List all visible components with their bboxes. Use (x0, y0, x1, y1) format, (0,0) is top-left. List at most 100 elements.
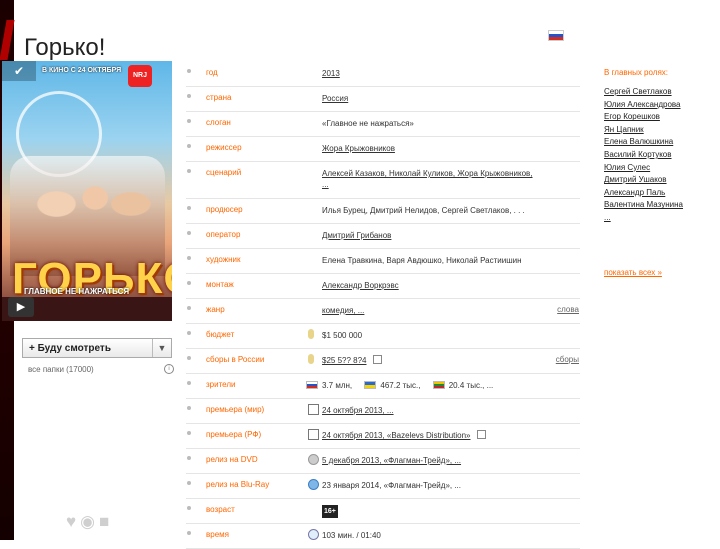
row-bullet-icon (187, 94, 191, 98)
info-label: бюджет (206, 330, 235, 339)
info-label: слоган (206, 118, 231, 127)
movie-poster[interactable]: ✔ В КИНО С 24 ОКТЯБРЯ NRJ ГОРЬКО! ГЛАВНО… (2, 61, 172, 321)
row-bullet-icon (187, 144, 191, 148)
operator-link[interactable]: Дмитрий Грибанов (322, 231, 391, 240)
info-label: время (206, 530, 229, 539)
row-bullet-icon (187, 506, 191, 510)
director-link[interactable]: Жора Крыжовников (322, 144, 395, 153)
social-actions: ♥ ◉ ■ (66, 512, 113, 532)
show-all-cast-link[interactable]: показать всех » (604, 268, 662, 277)
dvd-release-link[interactable]: 5 декабря 2013, «Флагман-Трейд», ... (322, 456, 461, 465)
info-label: жанр (206, 305, 225, 314)
russia-flag-icon (306, 381, 318, 389)
row-bullet-icon (187, 531, 191, 535)
box-office-link[interactable]: $25 5?? 8?4 (322, 356, 367, 365)
info-label: сценарий (206, 168, 242, 177)
expand-icon[interactable] (372, 355, 382, 364)
row-bullet-icon (187, 231, 191, 235)
row-bullet-icon (187, 481, 191, 485)
year-link[interactable]: 2013 (322, 69, 340, 78)
cast-item[interactable]: Дмитрий Ушаков (604, 174, 714, 187)
genre-link[interactable]: комедия, ... (322, 306, 364, 315)
editor-link[interactable]: Александр Воркрэвс (322, 281, 399, 290)
row-bullet-icon (187, 331, 191, 335)
coin-icon (308, 354, 318, 364)
info-row-slogan: слоган «Главное не нажраться» (186, 112, 580, 137)
audience-ua[interactable]: 467.2 тыс., (380, 381, 420, 390)
producers-text: Илья Бурец, Дмитрий Нелидов, Сергей Свет… (322, 206, 525, 215)
info-row-year: год 2013 (186, 62, 580, 87)
info-label: премьера (РФ) (206, 430, 262, 439)
info-label: режиссер (206, 143, 242, 152)
info-label: релиз на DVD (206, 455, 258, 464)
cast-item[interactable]: Василий Кортуков (604, 149, 714, 162)
cast-list: В главных ролях: Сергей Светлаков Юлия А… (604, 62, 714, 225)
heart-icon[interactable]: ♥ (66, 512, 76, 531)
writers-link[interactable]: Алексей Казаков, Николай Куликов, Жора К… (322, 169, 533, 178)
coin-icon (308, 329, 318, 339)
ukraine-flag-icon (364, 381, 377, 389)
row-bullet-icon (187, 281, 191, 285)
eye-icon[interactable]: ◉ (80, 512, 95, 531)
premiere-rf-link[interactable]: 24 октября 2013, «Bazelevs Distribution» (322, 431, 471, 440)
audience-ru[interactable]: 3.7 млн, (322, 381, 352, 390)
bluray-icon (308, 479, 319, 490)
audience-lt[interactable]: 20.4 тыс., ... (449, 381, 494, 390)
runtime-text: 103 мин. / 01:40 (322, 531, 381, 540)
cast-item[interactable]: Александр Паль (604, 187, 714, 200)
info-label: сборы в России (206, 355, 265, 364)
expand-icon[interactable] (476, 430, 486, 439)
info-icon[interactable]: i (164, 364, 174, 374)
info-label: оператор (206, 230, 241, 239)
cast-item[interactable]: Юлия Сулес (604, 162, 714, 175)
row-bullet-icon (187, 206, 191, 210)
info-label: художник (206, 255, 241, 264)
poster-release-text: В КИНО С 24 ОКТЯБРЯ (42, 67, 122, 74)
comment-icon[interactable]: ■ (99, 512, 109, 531)
cast-item[interactable]: Сергей Светлаков (604, 86, 714, 99)
russia-flag-icon[interactable] (548, 30, 564, 41)
cast-item[interactable]: Юлия Александрова (604, 99, 714, 112)
row-bullet-icon (187, 306, 191, 310)
keywords-link[interactable]: слова (557, 305, 579, 314)
info-row-producer: продюсер Илья Бурец, Дмитрий Нелидов, Се… (186, 199, 580, 224)
cast-more-link[interactable]: ... (604, 212, 714, 225)
info-row-country: страна Россия (186, 87, 580, 112)
country-link[interactable]: Россия (322, 94, 348, 103)
box-office-details-link[interactable]: сборы (556, 355, 579, 364)
page-title: Горько! (24, 34, 106, 62)
info-label: страна (206, 93, 232, 102)
info-row-premiere-rf: премьера (РФ) 24 октября 2013, «Bazelevs… (186, 424, 580, 449)
cast-item[interactable]: Елена Валюшкина (604, 136, 714, 149)
poster-subtitle: ГЛАВНОЕ НЕ НАЖРАТЬСЯ (24, 287, 130, 296)
info-row-operator: оператор Дмитрий Грибанов (186, 224, 580, 249)
calendar-icon (308, 404, 319, 415)
info-row-writer: сценарий Алексей Казаков, Николай Кулико… (186, 162, 580, 199)
trailer-play-icon[interactable]: ▶ (8, 297, 34, 317)
info-label: монтаж (206, 280, 234, 289)
row-bullet-icon (187, 119, 191, 123)
info-row-dvd: релиз на DVD 5 декабря 2013, «Флагман-Тр… (186, 449, 580, 474)
row-bullet-icon (187, 381, 191, 385)
calendar-icon (308, 429, 319, 440)
row-bullet-icon (187, 169, 191, 173)
writers-more-link[interactable]: ... (322, 180, 329, 189)
premiere-world-link[interactable]: 24 октября 2013, ... (322, 406, 394, 415)
chevron-down-icon[interactable]: ▼ (152, 339, 171, 357)
poster-check-icon: ✔ (2, 61, 36, 81)
movie-info-table: год 2013 страна Россия слоган «Главное н… (186, 62, 580, 549)
all-lists-link[interactable]: все папки (17000) (28, 365, 94, 374)
cast-item[interactable]: Ян Цапник (604, 124, 714, 137)
cast-item[interactable]: Егор Корешков (604, 111, 714, 124)
watch-later-select[interactable]: + Буду смотреть ▼ (22, 338, 172, 358)
row-bullet-icon (187, 456, 191, 460)
cast-item[interactable]: Валентина Мазунина (604, 199, 714, 212)
info-row-time: время 103 мин. / 01:40 (186, 524, 580, 549)
info-row-bluray: релиз на Blu-Ray 23 января 2014, «Флагма… (186, 474, 580, 499)
info-row-director: режиссер Жора Крыжовников (186, 137, 580, 162)
info-row-box-office: сборы в России $25 5?? 8?4 сборы (186, 349, 580, 374)
slogan-text: «Главное не нажраться» (322, 119, 414, 128)
bluray-release-text: 23 января 2014, «Флагман-Трейд», ... (322, 481, 462, 490)
info-row-premiere-world: премьера (мир) 24 октября 2013, ... (186, 399, 580, 424)
row-bullet-icon (187, 356, 191, 360)
